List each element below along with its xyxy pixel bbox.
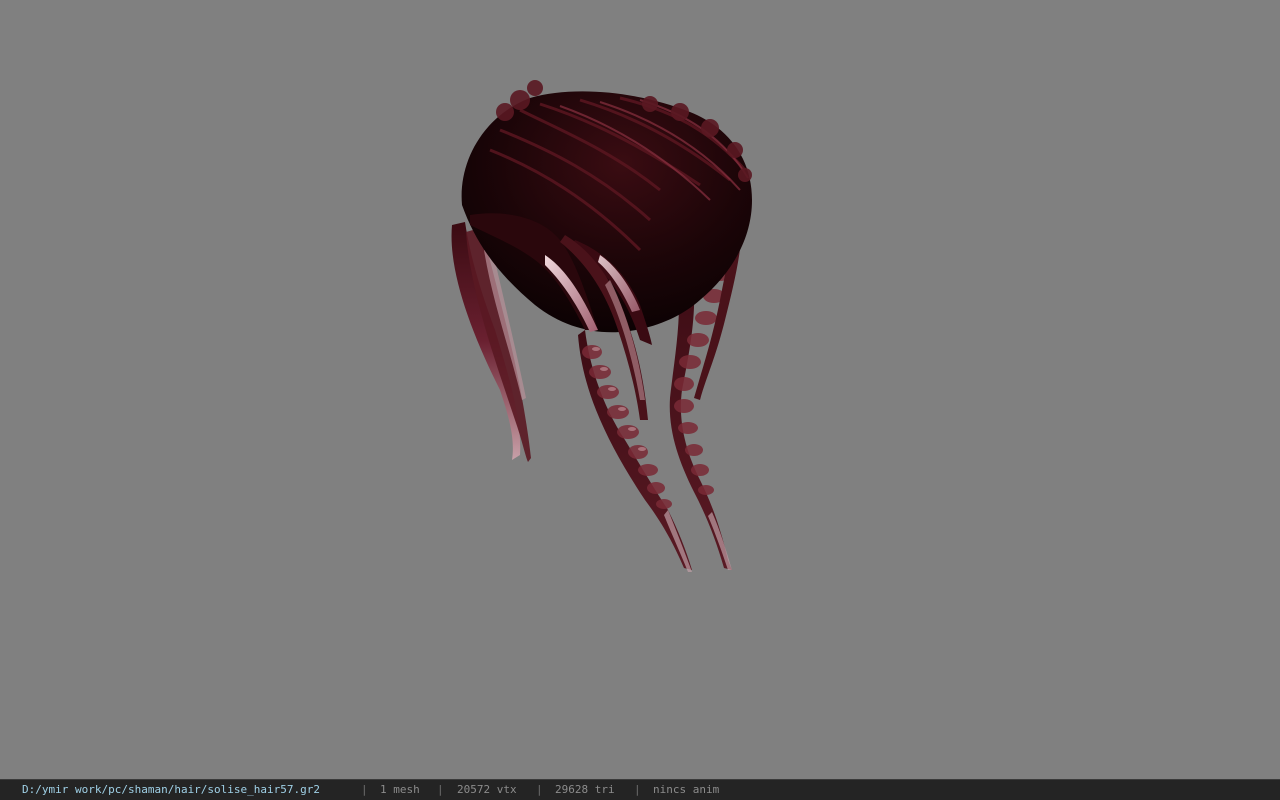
mesh-count-label: 1 mesh — [380, 783, 420, 796]
status-bar: D:/ymir work/pc/shaman/hair/solise_hair5… — [0, 779, 1280, 800]
hair-model-render[interactable] — [0, 0, 1280, 779]
status-separator: | — [536, 783, 543, 796]
vertex-count-label: 20572 vtx — [457, 783, 517, 796]
status-separator: | — [361, 783, 368, 796]
status-separator: | — [634, 783, 641, 796]
3d-viewport[interactable] — [0, 0, 1280, 779]
status-separator: | — [437, 783, 444, 796]
file-path-label: D:/ymir work/pc/shaman/hair/solise_hair5… — [22, 783, 321, 796]
anim-status-label: nincs anim — [653, 783, 720, 796]
triangle-count-label: 29628 tri — [555, 783, 615, 796]
